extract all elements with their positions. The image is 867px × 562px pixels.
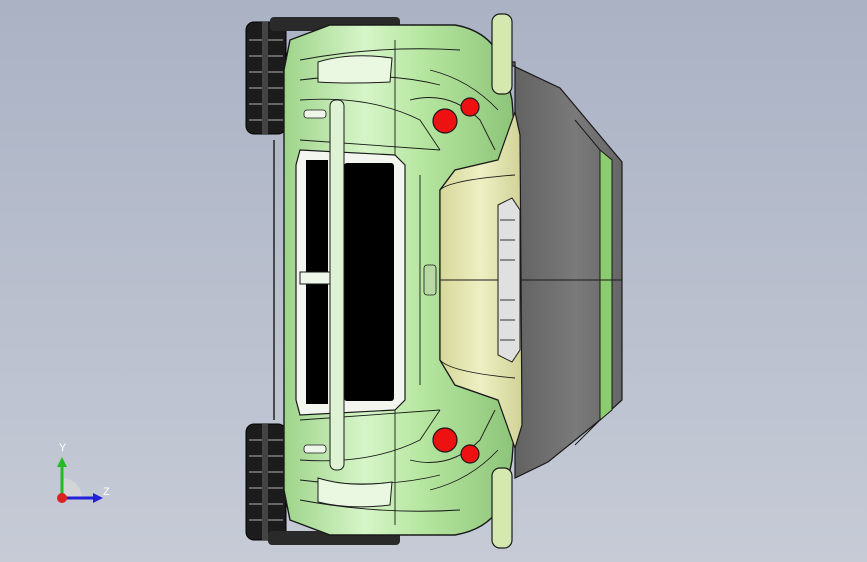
lamp-bottom-small bbox=[460, 444, 480, 464]
x-axis-icon bbox=[57, 493, 67, 503]
lamp-top-small bbox=[460, 97, 480, 117]
tire-bottom-left bbox=[245, 423, 287, 541]
hood-scoop bbox=[497, 197, 521, 363]
lamp-bottom-large bbox=[432, 427, 458, 453]
orientation-triad: Y Z bbox=[40, 440, 120, 520]
lamp-top-large bbox=[432, 108, 458, 134]
triad-graphic bbox=[57, 457, 103, 503]
badge bbox=[423, 264, 437, 296]
model-scene[interactable] bbox=[0, 0, 867, 562]
z-axis-label: Z bbox=[103, 486, 110, 498]
y-axis-label: Y bbox=[59, 442, 67, 454]
graphics-viewport[interactable]: Y Z bbox=[0, 0, 867, 562]
tire-top-left bbox=[245, 21, 287, 135]
